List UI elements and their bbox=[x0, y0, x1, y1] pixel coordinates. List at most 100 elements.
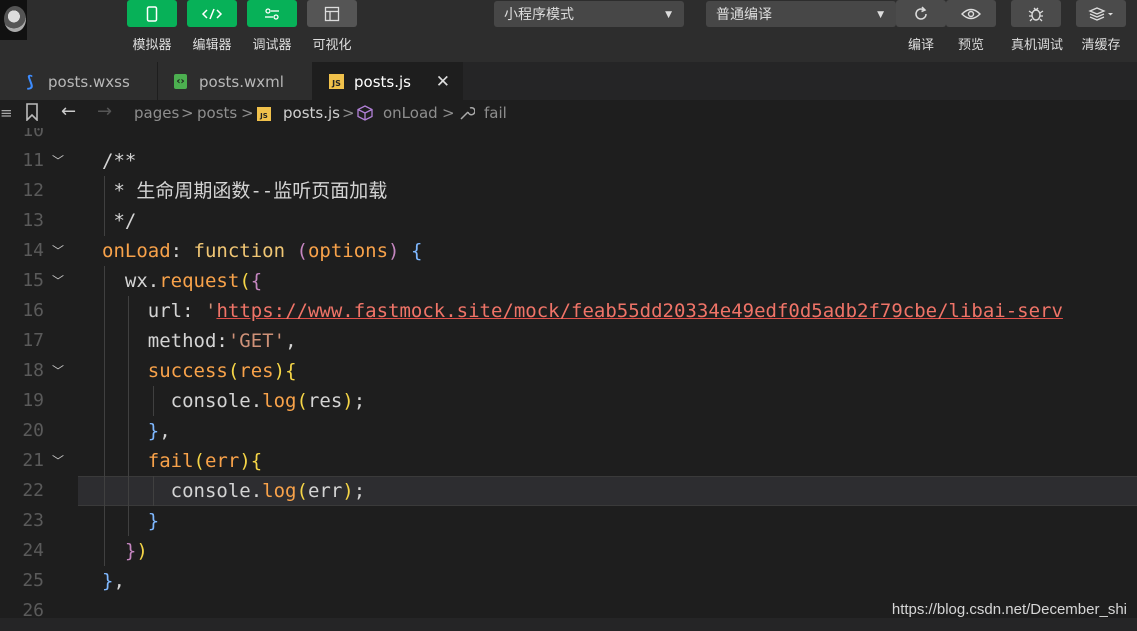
line-code: }) bbox=[124, 540, 148, 562]
line-code: method:'GET', bbox=[147, 330, 297, 352]
preview-button[interactable]: 预览 bbox=[946, 0, 996, 53]
breadcrumb-item-file[interactable]: posts.js bbox=[283, 104, 340, 122]
line-code: url: 'https://www.fastmock.site/mock/fea… bbox=[147, 300, 1063, 322]
avatar[interactable] bbox=[0, 0, 27, 40]
visual-button[interactable]: 可视化 bbox=[307, 0, 357, 53]
breadcrumb-item-onload[interactable]: onLoad bbox=[383, 104, 438, 122]
breadcrumb-item-fail[interactable]: fail bbox=[484, 104, 507, 122]
code-editor[interactable]: 10 11 ﹀ /** 12 * 生命周期函数--监听页面加载 13 */ 14… bbox=[0, 128, 1137, 618]
breadcrumb-item-pages[interactable]: pages bbox=[134, 104, 179, 122]
layers-icon bbox=[1076, 0, 1126, 27]
tab-posts-wxss[interactable]: ⟆ posts.wxss bbox=[0, 62, 158, 100]
line-code: wx.request({ bbox=[124, 270, 263, 292]
line-number: 21 bbox=[22, 450, 44, 471]
code-line: 16 url: 'https://www.fastmock.site/mock/… bbox=[0, 296, 1137, 326]
editor-button[interactable]: 编辑器 bbox=[187, 0, 237, 53]
clear-cache-label: 清缓存 bbox=[1081, 38, 1121, 53]
line-number: 14 bbox=[22, 240, 44, 261]
tab-posts-js[interactable]: JS posts.js ✕ bbox=[313, 62, 463, 100]
wxml-file-icon: ‹› bbox=[174, 74, 187, 89]
chevron-down-icon: ▼ bbox=[877, 10, 884, 20]
code-line: 12 * 生命周期函数--监听页面加载 bbox=[0, 176, 1137, 206]
code-line: 21 ﹀ fail(err){ bbox=[0, 446, 1137, 476]
line-code: }, bbox=[102, 570, 125, 592]
css-file-icon: ⟆ bbox=[26, 72, 34, 91]
code-line: 13 */ bbox=[0, 206, 1137, 236]
fold-chevron-icon[interactable]: ﹀ bbox=[52, 446, 64, 476]
js-file-icon: JS bbox=[257, 107, 271, 121]
breadcrumb: ≡ ← → pages > posts > JS posts.js > onLo… bbox=[0, 100, 1137, 128]
line-number: 20 bbox=[22, 420, 44, 441]
close-icon[interactable]: ✕ bbox=[436, 62, 450, 102]
chevron-down-icon: ▼ bbox=[665, 10, 672, 20]
line-number: 23 bbox=[22, 510, 44, 531]
js-file-icon: JS bbox=[329, 74, 344, 89]
top-toolbar: 模拟器 编辑器 调试器 可视化 小程序模式 ▼ 普通编译 ▼ 编译 预览 真机调… bbox=[0, 0, 1137, 62]
line-code: */ bbox=[102, 210, 137, 232]
menu-icon[interactable]: ≡ bbox=[0, 104, 13, 122]
line-number: 19 bbox=[22, 390, 44, 411]
line-code: console.log(res); bbox=[170, 390, 366, 412]
breadcrumb-separator: > bbox=[442, 104, 455, 122]
remote-debug-button[interactable]: 真机调试 bbox=[1011, 0, 1064, 53]
clear-cache-button[interactable]: 清缓存 bbox=[1076, 0, 1126, 53]
visual-label: 可视化 bbox=[312, 38, 352, 53]
code-line: 19 console.log(res); bbox=[0, 386, 1137, 416]
editor-label: 编辑器 bbox=[192, 38, 232, 53]
mode-select[interactable]: 小程序模式 ▼ bbox=[494, 1, 684, 27]
line-number: 17 bbox=[22, 330, 44, 351]
code-line: 18 ﹀ success(res){ bbox=[0, 356, 1137, 386]
status-bar bbox=[0, 618, 1137, 631]
simulator-button[interactable]: 模拟器 bbox=[127, 0, 177, 53]
line-code: onLoad: function (options) { bbox=[102, 240, 423, 262]
code-line: 17 method:'GET', bbox=[0, 326, 1137, 356]
line-code: fail(err){ bbox=[147, 450, 263, 472]
line-number: 16 bbox=[22, 300, 44, 321]
breadcrumb-separator: > bbox=[181, 104, 194, 122]
simulator-label: 模拟器 bbox=[132, 38, 172, 53]
code-icon bbox=[187, 0, 237, 27]
bookmark-icon[interactable] bbox=[25, 103, 39, 125]
back-arrow-icon[interactable]: ← bbox=[61, 101, 76, 122]
compile-button[interactable]: 编译 bbox=[896, 0, 946, 53]
phone-icon bbox=[127, 0, 177, 27]
remote-debug-label: 真机调试 bbox=[1011, 38, 1064, 53]
line-code: console.log(err); bbox=[170, 480, 366, 502]
layout-icon bbox=[307, 0, 357, 27]
line-code: }, bbox=[147, 420, 171, 442]
watermark: https://blog.csdn.net/December_shi bbox=[891, 601, 1127, 618]
line-code: * 生命周期函数--监听页面加载 bbox=[102, 180, 388, 202]
breadcrumb-item-posts[interactable]: posts bbox=[197, 104, 237, 122]
line-number: 11 bbox=[22, 150, 44, 171]
code-line: 11 ﹀ /** bbox=[0, 146, 1137, 176]
line-number: 13 bbox=[22, 210, 44, 231]
fold-chevron-icon[interactable]: ﹀ bbox=[52, 266, 64, 296]
breadcrumb-separator: > bbox=[342, 104, 355, 122]
fold-chevron-icon[interactable]: ﹀ bbox=[52, 356, 64, 386]
fold-chevron-icon[interactable]: ﹀ bbox=[52, 236, 64, 266]
compile-select[interactable]: 普通编译 ▼ bbox=[706, 1, 896, 27]
line-number: 15 bbox=[22, 270, 44, 291]
preview-label: 预览 bbox=[957, 38, 984, 53]
fold-chevron-icon[interactable]: ﹀ bbox=[52, 146, 64, 176]
tab-label: posts.wxml bbox=[199, 73, 284, 91]
refresh-icon bbox=[896, 0, 946, 27]
debugger-button[interactable]: 调试器 bbox=[247, 0, 297, 53]
code-line: 23 } bbox=[0, 506, 1137, 536]
code-line-current: 22 console.log(err); bbox=[0, 476, 1137, 506]
forward-arrow-icon[interactable]: → bbox=[97, 101, 112, 122]
eye-icon bbox=[946, 0, 996, 27]
line-number: 10 bbox=[22, 128, 44, 141]
cube-icon bbox=[357, 105, 373, 125]
code-line: 10 bbox=[0, 128, 1137, 146]
wrench-icon bbox=[459, 105, 476, 125]
line-number: 25 bbox=[22, 570, 44, 591]
compile-select-value: 普通编译 bbox=[716, 7, 772, 23]
line-code: } bbox=[147, 510, 160, 532]
toggle-icon bbox=[247, 0, 297, 27]
editor-tab-bar: ⟆ posts.wxss ‹› posts.wxml JS posts.js ✕ bbox=[0, 62, 1137, 100]
code-line: 14 ﹀ onLoad: function (options) { bbox=[0, 236, 1137, 266]
tab-label: posts.wxss bbox=[48, 73, 130, 91]
code-line: 24 }) bbox=[0, 536, 1137, 566]
tab-posts-wxml[interactable]: ‹› posts.wxml bbox=[158, 62, 313, 100]
